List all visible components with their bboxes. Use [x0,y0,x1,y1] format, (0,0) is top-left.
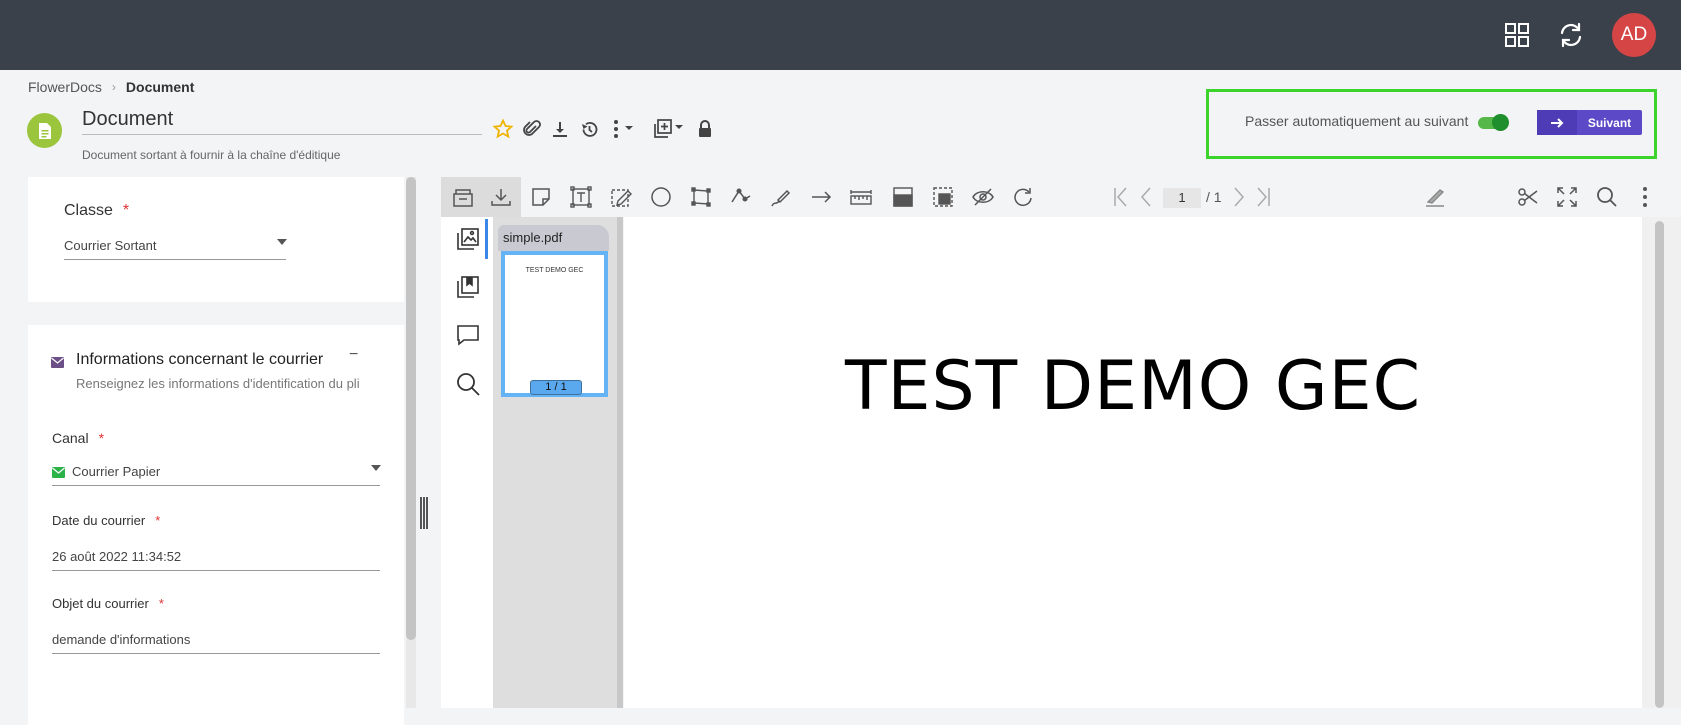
top-bar: AD [0,0,1681,70]
measure-icon[interactable] [849,185,873,209]
download-icon[interactable] [549,118,571,140]
classe-label: Classe * [64,202,130,219]
chevron-down-icon[interactable] [371,465,381,471]
next-button[interactable]: Suivant [1537,110,1642,135]
section-title: Informations concernant le courrier [76,351,324,368]
auto-next-label: Passer automatiquement au suivant [1245,113,1469,129]
viewer-toolbar [441,177,1681,217]
sticky-note-icon[interactable] [529,185,553,209]
objet-label: Objet du courrier * [52,596,164,611]
previous-page-icon[interactable] [1134,185,1158,209]
canal-label: Canal * [52,430,105,446]
search-icon[interactable] [1595,185,1619,209]
page-thumbnail[interactable]: TEST DEMO GEC 1 / 1 [501,251,608,397]
signature-icon[interactable] [1423,185,1447,209]
thumbnail-text: TEST DEMO GEC [525,267,584,274]
viewer-scrollbar[interactable] [1642,217,1681,708]
avatar[interactable]: AD [1612,13,1656,57]
viewer-side-tabs [441,217,494,708]
thumbnail-scrollbar[interactable] [617,217,623,708]
ink-pen-icon[interactable] [769,185,793,209]
envelope-icon [51,357,64,368]
document-subtitle: Document sortant à fournir à la chaîne d… [82,148,341,162]
next-button-label: Suivant [1587,115,1632,130]
active-tab-indicator [485,219,488,259]
section-description: Renseignez les informations d'identifica… [76,376,360,391]
polygon-icon[interactable] [689,185,713,209]
date-field[interactable]: 26 août 2022 11:34:52 [52,549,380,571]
first-page-icon[interactable] [1109,185,1133,209]
classe-card: Classe * Courrier Sortant [28,177,404,302]
lock-icon[interactable] [694,118,716,140]
freetext-select-icon[interactable] [609,185,633,209]
history-icon[interactable] [578,118,600,140]
file-tab[interactable]: simple.pdf [498,225,609,251]
breadcrumb: FlowerDocs › Document [28,79,194,95]
fullscreen-icon[interactable] [1555,185,1579,209]
arrow-right-icon [1537,110,1577,135]
hide-annotations-icon[interactable] [971,185,995,209]
classe-select[interactable]: Courrier Sortant [64,238,286,260]
next-page-icon[interactable] [1227,185,1251,209]
document-icon [27,113,62,148]
ellipse-icon[interactable] [649,185,673,209]
date-label: Date du courrier * [52,513,161,528]
left-panel-scrollbar[interactable] [406,177,416,708]
objet-field[interactable]: demande d'informations [52,632,380,654]
page-total: / 1 [1206,189,1222,205]
chevron-right-icon: › [111,80,116,94]
document-title-field[interactable]: Document [82,108,482,135]
grid-icon[interactable] [1499,17,1535,53]
paperclip-icon[interactable] [521,118,543,140]
bookmarks-icon[interactable] [454,273,482,301]
breadcrumb-root[interactable]: FlowerDocs [28,79,102,95]
thumbnails-icon[interactable] [454,225,482,253]
arrow-line-icon[interactable] [809,185,833,209]
add-copy-icon[interactable] [653,118,685,140]
refresh-icon[interactable] [1553,17,1589,53]
collapse-icon[interactable]: − [349,346,358,364]
last-page-icon[interactable] [1251,185,1275,209]
more-menu-icon[interactable] [610,118,640,140]
courrier-info-card: Informations concernant le courrier − Re… [28,325,404,725]
text-box-icon[interactable] [569,185,593,209]
resize-handle[interactable] [420,497,428,529]
thumbnail-page-label: 1 / 1 [530,380,582,395]
comments-icon[interactable] [454,321,482,349]
canal-select[interactable]: Courrier Papier [52,464,380,486]
more-options-icon[interactable] [1633,185,1657,209]
chevron-down-icon[interactable] [277,239,287,245]
star-icon[interactable] [492,118,514,140]
scissors-icon[interactable] [1516,185,1540,209]
search-icon[interactable] [454,370,482,398]
page-number-input[interactable]: 1 [1163,188,1201,208]
breadcrumb-current: Document [125,79,195,95]
area-redact-icon[interactable] [931,185,955,209]
auto-next-toggle[interactable] [1478,114,1509,131]
metadata-panel: Classe * Courrier Sortant Informations co… [28,177,404,725]
pdf-page: TEST DEMO GEC [624,217,1642,708]
polyline-icon[interactable] [729,185,753,209]
redact-icon[interactable] [891,185,915,209]
pan-icon[interactable] [451,185,475,209]
rotate-icon[interactable] [1011,185,1035,209]
download-icon[interactable] [489,185,513,209]
pdf-page-text: TEST DEMO GEC [844,347,1422,426]
